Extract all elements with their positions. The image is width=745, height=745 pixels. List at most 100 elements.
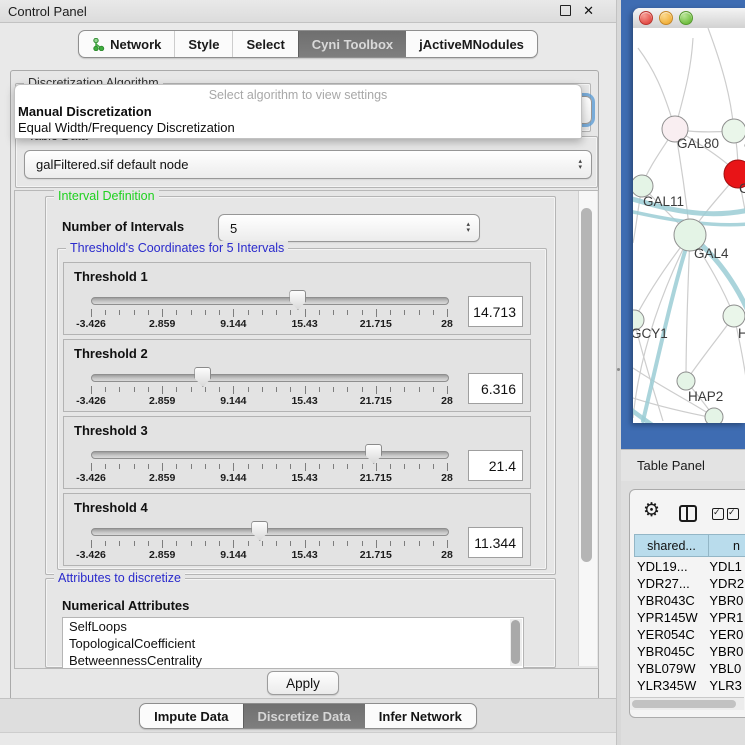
threshold-value-input[interactable]: 14.713 <box>468 296 523 327</box>
tab-impute-data[interactable]: Impute Data <box>140 704 242 728</box>
slider-track[interactable] <box>91 374 449 382</box>
tick-mark <box>205 387 206 392</box>
tick-label: 15.43 <box>291 549 317 561</box>
close-traffic-light-icon[interactable] <box>639 11 653 25</box>
attributes-scrollbar[interactable] <box>510 619 522 666</box>
tick-mark <box>191 310 192 315</box>
slider-tick-row <box>91 386 447 395</box>
slider-track[interactable] <box>91 297 449 305</box>
network-node[interactable] <box>722 119 745 143</box>
minimize-traffic-light-icon[interactable] <box>659 11 673 25</box>
network-edge[interactable] <box>686 316 734 381</box>
tick-label: -3.426 <box>76 395 106 407</box>
network-window[interactable]: GAL80GACGAL11GAL4GCY1HHAP2 <box>633 8 745 423</box>
cell-shared-name: YBL079W <box>634 661 705 676</box>
slider-thumb[interactable] <box>365 444 382 464</box>
tab-network[interactable]: Network <box>79 31 174 57</box>
tick-mark <box>262 464 263 469</box>
tick-mark <box>447 309 448 317</box>
tab-jactivemnodules[interactable]: jActiveMNodules <box>406 31 537 57</box>
columns-icon[interactable] <box>679 505 697 522</box>
network-node[interactable] <box>705 408 723 423</box>
control-panel-titlebar: Control Panel ✕ <box>0 0 616 23</box>
tick-mark <box>347 310 348 315</box>
number-of-intervals-label: Number of Intervals <box>62 219 184 234</box>
tick-mark <box>319 541 320 546</box>
table-hscrollbar[interactable] <box>630 697 744 710</box>
cell-name: YER0 <box>705 627 745 642</box>
close-icon[interactable]: ✕ <box>583 4 594 17</box>
tab-infer-network[interactable]: Infer Network <box>365 704 476 728</box>
attribute-list-item[interactable]: TopologicalCoefficient <box>63 635 523 652</box>
table-row[interactable]: YBR045CYBR0 <box>634 643 745 660</box>
slider-tick-row <box>91 540 447 549</box>
network-edge[interactable] <box>708 28 734 131</box>
tab-style[interactable]: Style <box>174 31 232 57</box>
table-row[interactable]: YLR345WYLR3 <box>634 677 745 694</box>
network-window-titlebar[interactable] <box>633 8 745 29</box>
tab-discretize-data[interactable]: Discretize Data <box>243 704 365 728</box>
tick-mark <box>447 463 448 471</box>
thresholds-group-label: Threshold's Coordinates for 5 Intervals <box>66 241 288 255</box>
table-row[interactable]: YER054CYER0 <box>634 626 745 643</box>
table-row[interactable]: YDR27...YDR2 <box>634 575 745 592</box>
slider-track[interactable] <box>91 528 449 536</box>
tick-label: 9.144 <box>220 318 246 330</box>
table-hscrollbar-thumb[interactable] <box>632 700 736 708</box>
checkbox-icon[interactable] <box>712 508 724 520</box>
tick-label: 21.715 <box>360 318 392 330</box>
slider-track[interactable] <box>91 451 449 459</box>
threshold-value-input[interactable]: 21.4 <box>468 450 523 481</box>
network-node[interactable] <box>677 372 695 390</box>
attribute-list-item[interactable]: BetweennessCentrality <box>63 652 523 669</box>
bottom-margin-strip <box>0 732 616 745</box>
tick-mark <box>248 541 249 546</box>
slider-thumb[interactable] <box>194 367 211 387</box>
network-graph[interactable]: GAL80GACGAL11GAL4GCY1HHAP2 <box>633 28 745 423</box>
settings-scrollbar-thumb[interactable] <box>581 208 592 562</box>
gear-icon[interactable]: ⚙ <box>643 501 660 520</box>
numerical-attributes-list[interactable]: SelfLoopsTopologicalCoefficientBetweenne… <box>62 617 524 669</box>
tab-cyni-toolbox[interactable]: Cyni Toolbox <box>298 31 406 57</box>
slider-thumb[interactable] <box>289 290 306 310</box>
tick-mark <box>191 541 192 546</box>
table-row[interactable]: YBL079WYBL0 <box>634 660 745 677</box>
cell-name: YDR2 <box>705 576 745 591</box>
column-header-name[interactable]: n <box>709 534 745 557</box>
table-row[interactable]: YBR043CYBR0 <box>634 592 745 609</box>
tick-mark <box>376 540 377 548</box>
tick-mark <box>433 310 434 315</box>
algorithm-option-equal-width[interactable]: Equal Width/Frequency Discretization <box>18 120 235 135</box>
algorithm-option-manual[interactable]: Manual Discretization <box>18 104 152 119</box>
apply-button[interactable]: Apply <box>267 671 339 695</box>
network-edge[interactable] <box>686 235 690 381</box>
threshold-value-input[interactable]: 6.316 <box>468 373 523 404</box>
tick-mark <box>347 464 348 469</box>
attribute-list-item[interactable]: SelfLoops <box>63 618 523 635</box>
tick-label: 15.43 <box>291 395 317 407</box>
tick-mark <box>276 541 277 546</box>
network-edge[interactable] <box>675 38 693 129</box>
tab-select[interactable]: Select <box>232 31 297 57</box>
table-data-combobox[interactable]: galFiltered.sif default node ▴▾ <box>24 150 592 179</box>
threshold-value-input[interactable]: 11.344 <box>468 527 523 558</box>
tick-mark <box>333 464 334 469</box>
cell-name: YBR0 <box>705 593 745 608</box>
tick-mark <box>347 387 348 392</box>
cell-name: YBR0 <box>705 644 745 659</box>
float-window-icon[interactable] <box>560 5 571 16</box>
splitter-handle[interactable] <box>617 368 620 371</box>
network-canvas[interactable]: GAL80GACGAL11GAL4GCY1HHAP2 <box>633 28 745 423</box>
tick-label: -3.426 <box>76 549 106 561</box>
number-of-intervals-combobox[interactable]: 5 ▴▾ <box>218 214 480 242</box>
tick-label: 9.144 <box>220 472 246 484</box>
table-row[interactable]: YDL19...YDL1 <box>634 558 745 575</box>
table-row[interactable]: YPR145WYPR1 <box>634 609 745 626</box>
slider-thumb[interactable] <box>251 521 268 541</box>
network-node[interactable] <box>723 305 745 327</box>
attributes-scrollbar-thumb[interactable] <box>511 620 520 664</box>
tick-mark <box>219 310 220 315</box>
zoom-traffic-light-icon[interactable] <box>679 11 693 25</box>
checkbox-icon[interactable] <box>727 508 739 520</box>
column-header-shared-name[interactable]: shared... <box>634 534 709 557</box>
